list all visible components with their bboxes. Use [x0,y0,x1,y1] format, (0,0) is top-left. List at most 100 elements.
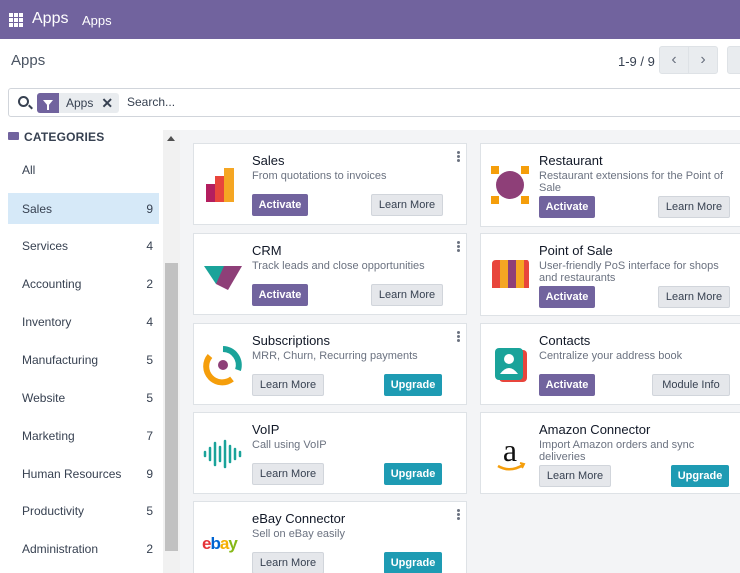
kebab-menu-icon[interactable] [457,331,460,342]
app-grid-icon[interactable] [9,13,23,27]
learn-more-button[interactable]: Learn More [658,286,730,308]
category-label: Inventory [22,314,72,329]
learn-more-button[interactable]: Learn More [252,374,324,396]
app-card-voip[interactable]: VoIP Call using VoIP Learn More Upgrade [193,412,467,494]
category-label: Services [22,238,69,253]
app-name: Amazon Connector [539,422,651,437]
menu-apps[interactable]: Apps [82,13,112,28]
app-description: Restaurant extensions for the Point of S… [539,170,724,194]
learn-more-button[interactable]: Learn More [252,552,324,573]
upgrade-button[interactable]: Upgrade [384,463,442,485]
category-label: Marketing [22,428,75,443]
app-name: Subscriptions [252,333,331,348]
category-manufacturing[interactable]: Manufacturing 5 [8,344,159,375]
upgrade-button[interactable]: Upgrade [671,465,729,487]
app-name: Restaurant [539,153,603,168]
sidebar-scrollbar[interactable] [163,130,180,573]
folder-icon [8,132,19,140]
learn-more-button[interactable]: Learn More [371,194,443,216]
kebab-menu-icon[interactable] [457,241,460,252]
category-website[interactable]: Website 5 [8,382,159,413]
search-icon [18,96,29,107]
app-card-ebay-connector[interactable]: ebay eBay Connector Sell on eBay easily … [193,501,467,573]
chevron-right-icon: › [700,51,706,68]
filter-icon [37,93,59,113]
categories-header-label: CATEGORIES [24,130,105,144]
learn-more-button[interactable]: Learn More [371,284,443,306]
amazon-logo-icon: a [497,433,526,471]
learn-more-button[interactable]: Learn More [252,463,324,485]
kebab-menu-icon[interactable] [457,509,460,520]
category-count: 7 [146,428,153,443]
pager-previous-button[interactable]: ‹ [659,46,689,74]
search-input[interactable] [125,94,425,110]
app-card-subscriptions[interactable]: Subscriptions MRR, Churn, Recurring paym… [193,323,467,405]
category-sales[interactable]: Sales 9 [8,193,159,224]
search-bar[interactable]: Apps ✕ [8,88,740,117]
app-description: Import Amazon orders and sync deliveries [539,439,695,463]
activate-button[interactable]: Activate [252,284,308,306]
app-card-crm[interactable]: CRM Track leads and close opportunities … [193,233,467,315]
app-name: eBay Connector [252,511,346,526]
category-label: Manufacturing [22,352,99,367]
navbar: Apps Apps [0,0,740,39]
app-name: Point of Sale [539,243,613,258]
category-accounting[interactable]: Accounting 2 [8,268,159,299]
category-services[interactable]: Services 4 [8,230,159,261]
apps-kanban: Sales From quotations to invoices Activa… [180,130,740,573]
app-card-contacts[interactable]: Contacts Centralize your address book Ac… [480,323,740,405]
learn-more-button[interactable]: Learn More [658,196,730,218]
app-card-amazon-connector[interactable]: a Amazon Connector Import Amazon orders … [480,412,740,494]
module-info-button[interactable]: Module Info [652,374,730,396]
category-administration[interactable]: Administration 2 [8,533,159,564]
close-icon[interactable]: ✕ [101,95,119,112]
upgrade-button[interactable]: Upgrade [384,552,442,573]
category-all[interactable]: All [8,154,159,185]
app-card-sales[interactable]: Sales From quotations to invoices Activa… [193,143,467,225]
kebab-menu-icon[interactable] [457,151,460,162]
activate-button[interactable]: Activate [539,374,595,396]
app-description: Track leads and close opportunities [252,260,425,272]
page-title: Apps [11,52,46,69]
category-human-resources[interactable]: Human Resources 9 [8,458,159,489]
category-label: Website [22,390,66,405]
category-count: 2 [146,276,153,291]
categories-header: CATEGORIES [8,130,104,144]
scrollbar-thumb[interactable] [165,263,178,551]
category-count: 5 [146,352,153,367]
category-count: 4 [146,238,153,253]
sales-logo-icon [206,168,234,202]
category-label: All [22,162,36,177]
activate-button[interactable]: Activate [539,286,595,308]
ebay-logo-icon: ebay [202,534,239,553]
contacts-logo-icon [495,348,527,382]
pager-value[interactable]: 1-9 / 9 [618,54,655,69]
pager-next-button[interactable]: › [688,46,718,74]
category-sidebar: CATEGORIES All Sales 9 Services 4 Accounti… [0,130,180,573]
app-description: Call using VoIP [252,439,327,451]
app-description: Centralize your address book [539,350,683,362]
voip-waveform-icon [203,439,242,469]
app-name: VoIP [252,422,280,437]
app-description: From quotations to invoices [252,170,387,182]
category-count: 5 [146,503,153,518]
navbar-brand[interactable]: Apps [32,10,68,28]
activate-button[interactable]: Activate [252,194,308,216]
upgrade-button[interactable]: Upgrade [384,374,442,396]
category-productivity[interactable]: Productivity 5 [8,495,159,526]
category-label: Human Resources [22,466,122,481]
app-card-point-of-sale[interactable]: Point of Sale User-friendly PoS interfac… [480,233,740,316]
partial-button[interactable] [727,46,740,74]
facet-label: Apps [66,96,94,110]
app-name: Contacts [539,333,591,348]
search-facet: Apps ✕ [37,93,120,113]
category-marketing[interactable]: Marketing 7 [8,420,159,451]
point-of-sale-logo-icon [492,260,529,288]
category-inventory[interactable]: Inventory 4 [8,306,159,337]
activate-button[interactable]: Activate [539,196,595,218]
app-description: Sell on eBay easily [252,528,345,540]
app-card-restaurant[interactable]: Restaurant Restaurant extensions for the… [480,143,740,227]
crm-logo-icon [204,266,242,290]
scroll-up-icon[interactable] [167,136,175,141]
learn-more-button[interactable]: Learn More [539,465,611,487]
